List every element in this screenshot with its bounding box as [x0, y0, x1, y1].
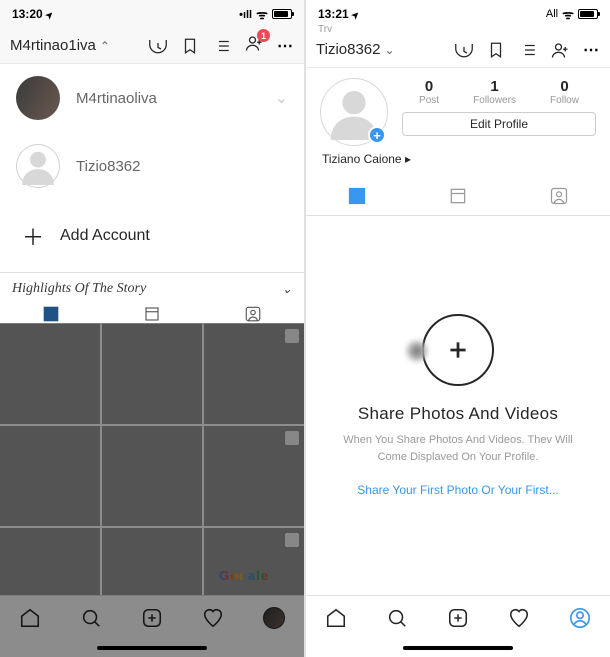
bookmark-icon[interactable]	[487, 41, 505, 59]
carrier-label: All	[546, 8, 558, 20]
more-icon[interactable]: ⋯	[583, 40, 600, 60]
bottom-nav	[306, 595, 610, 639]
notification-badge: 1	[257, 29, 270, 42]
multi-post-icon	[285, 431, 299, 445]
chevron-down-icon: ⌄	[282, 282, 292, 297]
add-user-icon[interactable]	[551, 41, 569, 59]
add-account-label: Add Account	[60, 227, 150, 245]
activity-icon[interactable]	[508, 607, 530, 629]
photo-thumb[interactable]	[0, 324, 100, 424]
edit-profile-button[interactable]: Edit Profile	[402, 112, 596, 136]
avatar	[16, 144, 60, 188]
phone-right: 13:21 All Trv Tizio8362 ⌄ ⋯	[306, 0, 610, 657]
phone-left: 13:20 M4rtinao1iva ⌃ 1	[0, 0, 304, 657]
add-story-icon[interactable]: +	[368, 126, 386, 144]
status-time: 13:20	[12, 7, 43, 21]
profile-avatar[interactable]: +	[320, 78, 388, 146]
photo-thumb[interactable]	[102, 324, 202, 424]
discover-people-button[interactable]: 1	[245, 34, 263, 57]
tab-grid[interactable]	[306, 176, 407, 215]
profile-tab-icon[interactable]	[263, 607, 285, 629]
photo-thumb[interactable]	[204, 426, 304, 526]
display-name: Tiziano Caione ▸	[306, 150, 610, 176]
tab-grid[interactable]	[0, 305, 101, 323]
list-icon[interactable]	[213, 37, 231, 55]
new-post-icon[interactable]	[447, 607, 469, 629]
stat-followers[interactable]: 1 Followers	[473, 78, 516, 106]
multi-post-icon	[285, 329, 299, 343]
photo-thumb[interactable]	[0, 426, 100, 526]
tab-tagged[interactable]	[203, 305, 304, 323]
archive-icon[interactable]	[149, 37, 167, 55]
account-name: M4rtinaoliva	[76, 90, 157, 107]
profile-header: M4rtinao1iva ⌃ 1 ⋯	[0, 28, 304, 64]
list-icon[interactable]	[519, 41, 537, 59]
home-indicator	[306, 639, 610, 657]
tab-feed[interactable]	[407, 176, 508, 215]
search-icon[interactable]	[80, 607, 102, 629]
share-first-link[interactable]: Share Your First Photo Or Your First...	[357, 483, 558, 497]
status-bar: 13:20	[0, 0, 304, 28]
photo-thumb[interactable]	[204, 324, 304, 424]
chevron-down-icon: ⌄	[384, 43, 394, 57]
view-tabs	[0, 305, 304, 324]
empty-title: Share Photos And Videos	[358, 404, 558, 424]
wifi-icon	[256, 5, 268, 23]
archive-icon[interactable]	[455, 41, 473, 59]
bottom-nav	[0, 595, 304, 639]
selected-check-icon: ⌄	[275, 88, 288, 108]
account-item[interactable]: Tizio8362	[0, 132, 304, 200]
account-name: Tizio8362	[76, 158, 140, 175]
search-icon[interactable]	[386, 607, 408, 629]
empty-plus-icon	[422, 314, 494, 386]
stat-following[interactable]: 0 Follow	[550, 78, 579, 106]
photo-thumb[interactable]	[204, 528, 304, 595]
bookmark-icon[interactable]	[181, 37, 199, 55]
location-arrow-icon	[352, 7, 360, 21]
profile-stats: 0 Post 1 Followers 0 Follow	[402, 78, 596, 106]
home-icon[interactable]	[325, 607, 347, 629]
stat-posts[interactable]: 0 Post	[419, 78, 439, 106]
username-switcher[interactable]: Tizio8362 ⌄	[316, 41, 395, 58]
more-icon[interactable]: ⋯	[277, 36, 294, 56]
account-switcher-dropdown: M4rtinaoliva ⌄ Tizio8362 ＋ Add Account	[0, 64, 304, 273]
header-username: Tizio8362	[316, 41, 380, 58]
battery-icon	[578, 9, 598, 19]
profile-info: + 0 Post 1 Followers 0 Follow	[306, 68, 610, 150]
photo-thumb[interactable]	[102, 528, 202, 595]
chevron-up-icon: ⌃	[100, 39, 110, 53]
add-account-button[interactable]: ＋ Add Account	[0, 200, 304, 272]
new-post-icon[interactable]	[141, 607, 163, 629]
photo-thumb[interactable]	[102, 426, 202, 526]
account-item[interactable]: M4rtinaoliva ⌄	[0, 64, 304, 132]
tab-feed[interactable]	[101, 305, 202, 323]
home-indicator	[0, 639, 304, 657]
photo-thumb[interactable]	[0, 528, 100, 595]
sub-user-label: Trv	[306, 24, 610, 32]
wifi-icon	[562, 5, 574, 23]
profile-tab-icon[interactable]	[569, 607, 591, 629]
avatar	[16, 76, 60, 120]
signal-icon	[239, 7, 252, 21]
empty-description: When You Share Photos And Videos. Thev W…	[333, 432, 583, 465]
home-icon[interactable]	[19, 607, 41, 629]
username-switcher[interactable]: M4rtinao1iva ⌃	[10, 37, 110, 54]
status-time: 13:21	[318, 7, 349, 21]
photo-grid	[0, 324, 304, 595]
empty-state: Share Photos And Videos When You Share P…	[306, 216, 610, 595]
highlights-label: Highlights Of The Story	[12, 281, 146, 297]
multi-post-icon	[285, 533, 299, 547]
tab-tagged[interactable]	[509, 176, 610, 215]
activity-icon[interactable]	[202, 607, 224, 629]
battery-icon	[272, 9, 292, 19]
profile-header: Tizio8362 ⌄ ⋯	[306, 32, 610, 68]
dimmed-background: Highlights Of The Story ⌄	[0, 273, 304, 595]
location-arrow-icon	[46, 7, 54, 21]
plus-icon: ＋	[22, 220, 42, 252]
header-username: M4rtinao1iva	[10, 37, 96, 54]
view-tabs	[306, 176, 610, 216]
